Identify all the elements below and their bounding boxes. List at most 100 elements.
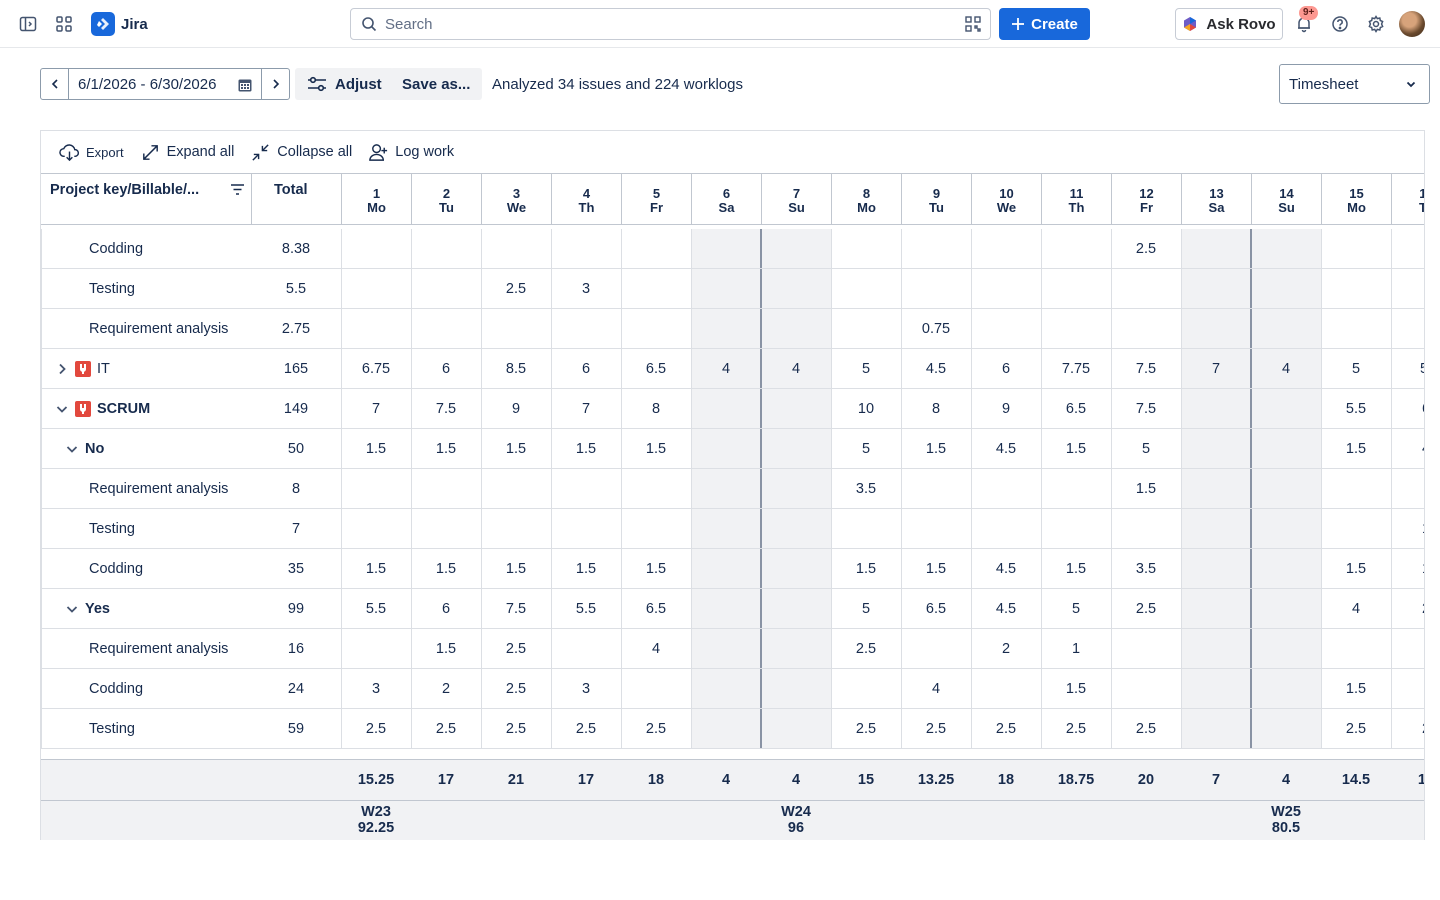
worklog-cell[interactable] <box>831 509 901 549</box>
worklog-cell[interactable] <box>1041 269 1111 309</box>
worklog-cell[interactable] <box>1041 469 1111 509</box>
worklog-cell[interactable]: 1.5 <box>481 549 551 589</box>
worklog-cell[interactable]: 1.5 <box>481 429 551 469</box>
worklog-cell[interactable]: 7.5 <box>481 589 551 629</box>
worklog-cell[interactable] <box>341 629 411 669</box>
worklog-cell[interactable]: 3 <box>341 669 411 709</box>
worklog-cell[interactable] <box>831 669 901 709</box>
worklog-cell[interactable] <box>621 469 691 509</box>
worklog-cell[interactable]: 2.5 <box>411 709 481 749</box>
date-range-field[interactable]: 6/1/2026 - 6/30/2026 <box>69 69 261 99</box>
worklog-cell[interactable] <box>761 669 831 709</box>
worklog-cell[interactable] <box>551 469 621 509</box>
worklog-cell[interactable]: 5 <box>831 429 901 469</box>
day-column-header[interactable]: 10 We <box>971 174 1041 224</box>
worklog-cell[interactable] <box>621 229 691 269</box>
table-row[interactable]: No501.51.51.51.51.551.54.51.551.54 <box>41 429 1424 469</box>
worklog-cell[interactable] <box>411 309 481 349</box>
worklog-cell[interactable]: 6 <box>1391 389 1424 429</box>
worklog-cell[interactable] <box>1321 469 1391 509</box>
worklog-cell[interactable] <box>1251 429 1321 469</box>
worklog-cell[interactable] <box>901 509 971 549</box>
total-header[interactable]: Total <box>251 174 341 224</box>
worklog-cell[interactable]: 5. <box>1391 349 1424 389</box>
worklog-cell[interactable] <box>1251 669 1321 709</box>
worklog-cell[interactable]: 8 <box>901 389 971 429</box>
worklog-cell[interactable]: 2.5 <box>481 709 551 749</box>
worklog-cell[interactable]: 6 <box>411 589 481 629</box>
worklog-cell[interactable] <box>1321 509 1391 549</box>
worklog-cell[interactable]: 1.5 <box>1321 429 1391 469</box>
worklog-cell[interactable] <box>971 269 1041 309</box>
worklog-cell[interactable]: 0.75 <box>901 309 971 349</box>
day-column-header[interactable]: 15 Mo <box>1321 174 1391 224</box>
worklog-cell[interactable] <box>691 469 761 509</box>
worklog-cell[interactable]: 2.5 <box>551 709 621 749</box>
filter-icon[interactable] <box>230 182 245 197</box>
worklog-cell[interactable]: 8.5 <box>481 349 551 389</box>
worklog-cell[interactable] <box>691 429 761 469</box>
worklog-cell[interactable] <box>1251 269 1321 309</box>
worklog-cell[interactable]: 1.5 <box>1111 469 1181 509</box>
worklog-cell[interactable] <box>1391 669 1424 709</box>
table-row[interactable]: Codding 8.38 2.5 <box>41 229 1424 269</box>
worklog-cell[interactable] <box>551 509 621 549</box>
table-row[interactable]: IT1656.7568.566.54454.567.757.57455. <box>41 349 1424 389</box>
worklog-cell[interactable]: 2.5 <box>1321 709 1391 749</box>
worklog-cell[interactable] <box>971 229 1041 269</box>
worklog-cell[interactable] <box>621 309 691 349</box>
day-column-header[interactable]: 6 Sa <box>691 174 761 224</box>
worklog-cell[interactable]: 6.5 <box>621 589 691 629</box>
worklog-cell[interactable]: 1.5 <box>901 549 971 589</box>
worklog-cell[interactable] <box>1251 229 1321 269</box>
day-column-header[interactable]: 2 Tu <box>411 174 481 224</box>
worklog-cell[interactable] <box>691 669 761 709</box>
worklog-cell[interactable]: 3.5 <box>1111 549 1181 589</box>
worklog-cell[interactable] <box>481 469 551 509</box>
worklog-cell[interactable] <box>341 469 411 509</box>
table-row[interactable]: Requirement analysis 8 3.5 1.5 <box>41 469 1424 509</box>
worklog-cell[interactable] <box>1111 629 1181 669</box>
worklog-cell[interactable]: 2.5 <box>1111 229 1181 269</box>
table-row[interactable]: Testing 5.5 2.5 3 <box>41 269 1424 309</box>
worklog-cell[interactable] <box>481 509 551 549</box>
worklog-cell[interactable]: 9 <box>481 389 551 429</box>
table-row[interactable]: Codding 24 3 2 2.5 3 4 1.5 1.5 <box>41 669 1424 709</box>
worklog-cell[interactable] <box>551 309 621 349</box>
day-column-header[interactable]: 4 Th <box>551 174 621 224</box>
table-row[interactable]: SCRUM14977.597810896.57.55.56 <box>41 389 1424 429</box>
sidebar-toggle-icon[interactable] <box>14 10 42 38</box>
worklog-cell[interactable]: 1.5 <box>1041 669 1111 709</box>
worklog-cell[interactable] <box>1321 269 1391 309</box>
worklog-cell[interactable]: 1.5 <box>551 549 621 589</box>
worklog-cell[interactable] <box>691 269 761 309</box>
worklog-cell[interactable]: 6.5 <box>621 349 691 389</box>
worklog-cell[interactable]: 1.5 <box>411 629 481 669</box>
worklog-cell[interactable]: 6 <box>411 349 481 389</box>
worklog-cell[interactable] <box>1391 309 1424 349</box>
table-row[interactable]: Testing 7 1 <box>41 509 1424 549</box>
app-switcher-icon[interactable] <box>50 10 78 38</box>
worklog-cell[interactable]: 2 <box>971 629 1041 669</box>
day-column-header[interactable]: 11 Th <box>1041 174 1111 224</box>
worklog-cell[interactable] <box>971 309 1041 349</box>
view-select[interactable]: Timesheet <box>1279 64 1430 104</box>
worklog-cell[interactable]: 5 <box>1321 349 1391 389</box>
worklog-cell[interactable] <box>1391 629 1424 669</box>
worklog-cell[interactable]: 4 <box>761 349 831 389</box>
next-period-button[interactable] <box>261 69 289 99</box>
worklog-cell[interactable]: 3 <box>551 669 621 709</box>
worklog-cell[interactable] <box>1391 269 1424 309</box>
worklog-cell[interactable]: 4 <box>1391 429 1424 469</box>
worklog-cell[interactable]: 1.5 <box>1041 429 1111 469</box>
worklog-cell[interactable] <box>1181 389 1251 429</box>
worklog-cell[interactable]: 5.5 <box>551 589 621 629</box>
day-column-header[interactable]: 16Tu <box>1391 174 1424 224</box>
worklog-cell[interactable] <box>1181 229 1251 269</box>
worklog-cell[interactable] <box>411 229 481 269</box>
worklog-cell[interactable] <box>901 229 971 269</box>
worklog-cell[interactable]: 1.5 <box>551 429 621 469</box>
worklog-cell[interactable] <box>691 549 761 589</box>
adjust-button[interactable]: Adjust <box>295 68 394 100</box>
worklog-cell[interactable] <box>1321 309 1391 349</box>
